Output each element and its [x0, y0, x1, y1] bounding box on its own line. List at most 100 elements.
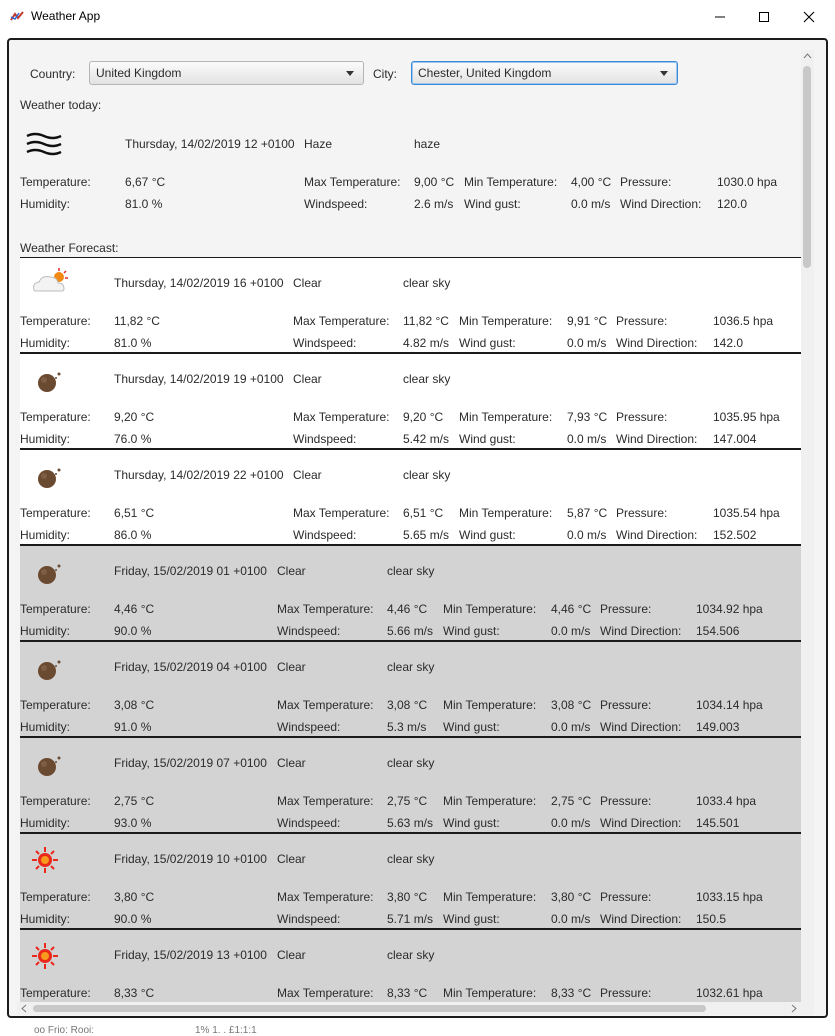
today-description: haze	[414, 137, 441, 151]
wind-direction-value: 147.004	[713, 432, 757, 446]
temperature-value: 2,75 °C	[114, 794, 155, 808]
country-select-value: United Kingdom	[96, 66, 182, 80]
forecast-description: clear sky	[387, 852, 435, 866]
pressure-label: Pressure:	[616, 410, 668, 424]
wind-gust-label: Wind gust:	[459, 528, 516, 542]
scroll-right-icon[interactable]	[791, 1004, 797, 1013]
wind-gust-label: Wind gust:	[459, 336, 516, 350]
forecast-date: Friday, 15/02/2019 13 +0100	[114, 948, 267, 962]
max-temperature-value: 6,51 °C	[403, 506, 444, 520]
app-icon	[10, 11, 24, 21]
min-temperature-label: Min Temperature:	[443, 986, 537, 1000]
chevron-down-icon	[660, 71, 668, 76]
wind-gust-label: Wind gust:	[443, 624, 500, 638]
windspeed-value: 5.71 m/s	[387, 912, 434, 926]
wind-direction-label: Wind Direction:	[600, 816, 682, 830]
min-temperature-value: 7,93 °C	[567, 410, 608, 424]
today-wind-direction: 120.0	[717, 197, 748, 211]
windspeed-label: Windspeed:	[277, 720, 341, 734]
max-temperature-label: Max Temperature:	[293, 410, 390, 424]
humidity-label: Humidity:	[20, 912, 71, 926]
min-temperature-label: Min Temperature:	[443, 794, 537, 808]
humidity-label: Humidity:	[20, 720, 71, 734]
minimize-icon	[715, 16, 725, 18]
horizontal-scrollbar[interactable]	[17, 1002, 801, 1015]
min-temperature-value: 4,46 °C	[551, 602, 592, 616]
forecast-condition: Clear	[293, 468, 322, 482]
wind-gust-label: Wind gust:	[443, 720, 500, 734]
min-temperature-value: 3,80 °C	[551, 890, 592, 904]
country-label: Country:	[30, 67, 76, 81]
moon-icon	[34, 657, 64, 686]
wind-direction-label: Wind Direction:	[616, 336, 698, 350]
today-pressure-label: Pressure:	[620, 175, 672, 189]
windspeed-value: 5.66 m/s	[387, 624, 434, 638]
forecast-card: Friday, 15/02/2019 13 +0100 Clear clear sk…	[20, 930, 802, 1002]
close-button[interactable]	[786, 0, 832, 33]
today-wind-gust-label: Wind gust:	[464, 197, 521, 211]
temperature-label: Temperature:	[20, 506, 91, 520]
scroll-up-icon[interactable]	[803, 53, 812, 59]
humidity-value: 93.0 %	[114, 816, 152, 830]
pressure-value: 1034.14 hpa	[696, 698, 763, 712]
forecast-date: Friday, 15/02/2019 04 +0100	[114, 660, 267, 674]
max-temperature-label: Max Temperature:	[277, 794, 374, 808]
forecast-card: Thursday, 14/02/2019 19 +0100 Clear clear …	[20, 354, 802, 450]
min-temperature-value: 8,33 °C	[551, 986, 592, 1000]
pressure-label: Pressure:	[600, 698, 652, 712]
wind-gust-value: 0.0 m/s	[567, 432, 607, 446]
forecast-condition: Clear	[293, 276, 322, 290]
city-select[interactable]: Chester, United Kingdom	[411, 61, 678, 85]
humidity-value: 76.0 %	[114, 432, 152, 446]
pressure-value: 1036.5 hpa	[713, 314, 774, 328]
today-temperature-label: Temperature:	[20, 175, 91, 189]
forecast-condition: Clear	[277, 756, 306, 770]
pressure-value: 1033.15 hpa	[696, 890, 763, 904]
title-bar[interactable]: Weather App	[0, 0, 835, 33]
content-frame: Country: United Kingdom City: Chester, U…	[7, 38, 828, 1018]
windspeed-label: Windspeed:	[277, 816, 341, 830]
background-text-left: oo Frio: Rooi:	[34, 1025, 95, 1036]
weather-forecast-label: Weather Forecast:	[20, 241, 119, 255]
today-wind-direction-label: Wind Direction:	[620, 197, 702, 211]
scroll-left-icon[interactable]	[21, 1004, 27, 1013]
temperature-value: 3,08 °C	[114, 698, 155, 712]
humidity-label: Humidity:	[20, 432, 71, 446]
forecast-card: Thursday, 14/02/2019 16 +0100 Clear clear …	[20, 258, 802, 354]
windspeed-value: 5.3 m/s	[387, 720, 427, 734]
maximize-button[interactable]	[741, 0, 787, 33]
min-temperature-value: 9,91 °C	[567, 314, 608, 328]
humidity-value: 86.0 %	[114, 528, 152, 542]
humidity-value: 81.0 %	[114, 336, 152, 350]
forecast-condition: Clear	[277, 948, 306, 962]
wind-gust-value: 0.0 m/s	[567, 528, 607, 542]
vertical-scroll-thumb[interactable]	[803, 66, 811, 268]
max-temperature-value: 2,75 °C	[387, 794, 428, 808]
forecast-date: Thursday, 14/02/2019 22 +0100	[114, 468, 284, 482]
wind-direction-label: Wind Direction:	[600, 720, 682, 734]
min-temperature-label: Min Temperature:	[459, 314, 553, 328]
temperature-value: 8,33 °C	[114, 986, 155, 1000]
moon-icon	[34, 561, 64, 590]
haze-icon	[26, 132, 62, 156]
minimize-button[interactable]	[697, 0, 743, 33]
wind-direction-value: 142.0	[713, 336, 744, 350]
forecast-date: Friday, 15/02/2019 07 +0100	[114, 756, 267, 770]
forecast-date: Friday, 15/02/2019 10 +0100	[114, 852, 267, 866]
country-select[interactable]: United Kingdom	[89, 61, 364, 85]
vertical-scrollbar[interactable]	[801, 50, 814, 1005]
forecast-list[interactable]: Thursday, 14/02/2019 16 +0100 Clear clear …	[20, 257, 802, 1002]
moon-icon	[34, 369, 64, 398]
moon-icon	[34, 753, 64, 782]
windspeed-value: 4.82 m/s	[403, 336, 450, 350]
wind-direction-value: 145.501	[696, 816, 740, 830]
max-temperature-label: Max Temperature:	[293, 506, 390, 520]
humidity-value: 90.0 %	[114, 624, 152, 638]
horizontal-scroll-thumb[interactable]	[33, 1005, 706, 1012]
temperature-label: Temperature:	[20, 314, 91, 328]
today-temperature: 6,67 °C	[125, 175, 166, 189]
pressure-value: 1035.95 hpa	[713, 410, 780, 424]
pressure-value: 1032.61 hpa	[696, 986, 763, 1000]
min-temperature-label: Min Temperature:	[459, 410, 553, 424]
humidity-label: Humidity:	[20, 528, 71, 542]
